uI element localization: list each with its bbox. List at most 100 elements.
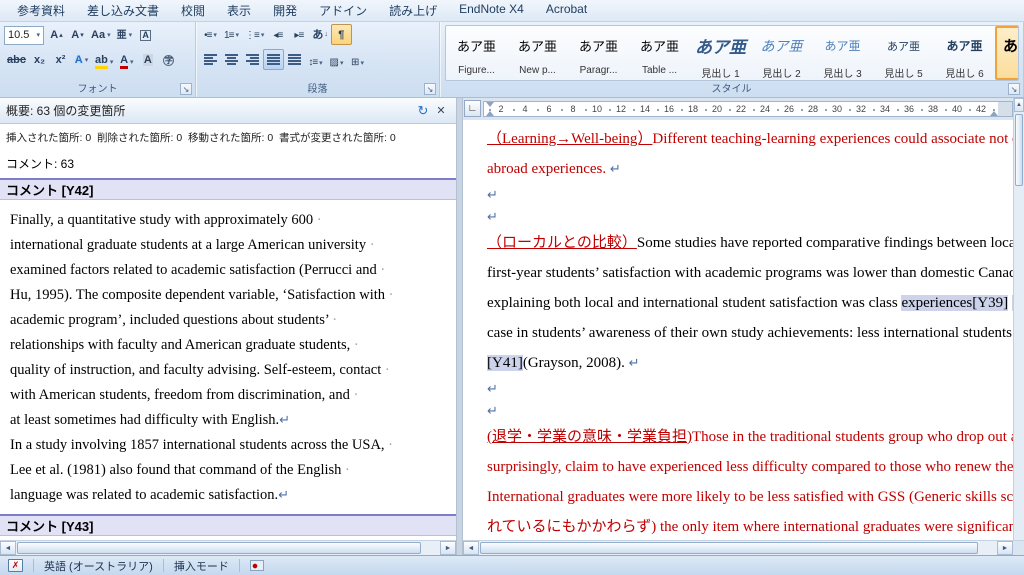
proofing-status-icon[interactable]: ✗: [8, 559, 23, 572]
comment-text-line: In a study involving 1857 international …: [10, 437, 394, 453]
subscript-button[interactable]: x₂: [29, 50, 50, 71]
menu-tab-開発[interactable]: 開発: [262, 0, 308, 22]
ruler-tick: 24: [759, 104, 770, 114]
numbering-button[interactable]: 1≡ ▾: [221, 25, 242, 46]
style-item-Figure...[interactable]: あア亜 Figure...: [446, 26, 507, 80]
superscript-glyph: x²: [55, 54, 66, 67]
font-dialog-launcher-icon[interactable]: ↘: [180, 83, 192, 95]
multilevel-list-button[interactable]: ⋮≡ ▾: [242, 25, 267, 46]
borders-button[interactable]: ⊞ ▾: [347, 52, 368, 73]
hscroll-thumb[interactable]: [17, 542, 421, 554]
menu-tab-表示[interactable]: 表示: [216, 0, 262, 22]
scroll-left-icon[interactable]: ◄: [463, 541, 479, 555]
hanging-indent-marker[interactable]: [486, 107, 494, 116]
chevron-down-icon: ▾: [84, 57, 89, 65]
enclose-characters-glyph: 字: [163, 55, 175, 67]
right-indent-marker[interactable]: [990, 107, 998, 116]
text-highlight-color-button[interactable]: ab ▾: [92, 51, 116, 72]
style-item-見出し 5[interactable]: あア亜 見出し 5: [873, 26, 934, 80]
insert-mode-status[interactable]: 挿入モード: [174, 558, 229, 574]
chevron-down-icon: ▾: [109, 58, 114, 66]
menu-tab-参考資料[interactable]: 参考資料: [6, 0, 76, 22]
menu-tab-Acrobat[interactable]: Acrobat: [535, 0, 598, 22]
scroll-right-icon[interactable]: ►: [440, 541, 456, 555]
change-case-button[interactable]: Aa ▾: [88, 24, 114, 45]
pane-divider[interactable]: [456, 98, 463, 555]
hscroll-track[interactable]: [422, 541, 440, 555]
shading-button[interactable]: ▨ ▾: [326, 52, 347, 73]
style-item-New p...[interactable]: あア亜 New p...: [507, 26, 568, 80]
ruler-tick: 18: [687, 104, 698, 114]
enclose-characters-button[interactable]: 字: [158, 50, 179, 71]
document-canvas[interactable]: （Learning→Well-being）Different teaching-…: [463, 120, 1013, 540]
tab-selector[interactable]: ∟: [464, 100, 481, 117]
font-color-button[interactable]: A ▾: [116, 51, 137, 72]
chevron-down-icon: ▾: [260, 32, 265, 40]
increase-indent-button[interactable]: ▸≡: [288, 25, 309, 46]
chevron-down-icon: ▾: [130, 58, 134, 66]
justify-button[interactable]: [263, 49, 284, 70]
grow-font-button[interactable]: A ▴: [46, 24, 67, 45]
style-item-Paragr...[interactable]: あア亜 Paragr...: [568, 26, 629, 80]
font-size-combo[interactable]: 10.5 ▾: [4, 25, 44, 45]
paragraph-mark-icon: ↵: [487, 210, 498, 225]
paragraph-mark-icon: ↵: [278, 488, 290, 503]
style-item-見出し 1[interactable]: あア亜 見出し 1: [690, 26, 751, 80]
menu-tab-アドイン[interactable]: アドイン: [308, 0, 378, 22]
menu-tab-読み上げ[interactable]: 読み上げ: [378, 0, 448, 22]
align-left-button[interactable]: [200, 49, 221, 70]
refresh-icon[interactable]: ↻: [414, 102, 432, 120]
line-spacing-button[interactable]: ↕≡ ▾: [305, 52, 326, 73]
style-item-Table ...[interactable]: あア亜 Table ...: [629, 26, 690, 80]
comment-header-y43[interactable]: コメント [Y43]: [0, 514, 456, 536]
macro-record-icon[interactable]: [249, 560, 264, 571]
language-status[interactable]: 英語 (オーストラリア): [44, 558, 153, 574]
hscroll-track[interactable]: [979, 541, 997, 555]
sort-button[interactable]: あ ↓: [309, 24, 331, 45]
ruler[interactable]: 2 4 6 8 10 12 14 16 18 20 22 24 26 28 30 32 34 36 38 40 42 44: [483, 101, 1013, 117]
align-right-button[interactable]: [242, 49, 263, 70]
bullets-button[interactable]: •≡ ▾: [200, 25, 221, 46]
style-item-partial[interactable]: あア亜: [995, 26, 1018, 80]
style-preview: あア亜: [639, 39, 679, 54]
paragraph-mark-icon: ↵: [628, 356, 640, 371]
character-border-button[interactable]: A: [135, 25, 156, 46]
style-label: Figure...: [458, 65, 495, 76]
decrease-indent-button[interactable]: ◂≡: [267, 25, 288, 46]
superscript-button[interactable]: x²: [50, 50, 71, 71]
hscroll-thumb[interactable]: [480, 542, 978, 554]
ruler-tick: 20: [711, 104, 722, 114]
style-item-見出し 2[interactable]: あア亜 見出し 2: [751, 26, 812, 80]
distribute-button[interactable]: [284, 49, 305, 70]
bullets-glyph: •≡: [204, 29, 212, 41]
change-case-glyph: Aa: [91, 28, 106, 41]
grow-font-glyph: A: [50, 28, 59, 41]
styles-dialog-launcher-icon[interactable]: ↘: [1008, 83, 1020, 95]
paragraph-dialog-launcher-icon[interactable]: ↘: [424, 83, 436, 95]
ruler-tick: 44: [999, 104, 1010, 114]
phonetic-guide-button[interactable]: 亜 ▾: [114, 25, 136, 46]
comment-header-y42[interactable]: コメント [Y42]: [0, 178, 456, 200]
paragraph-row1-buttons: •≡ ▾ 1≡ ▾ ⋮≡ ▾ ◂≡ ▸≡ あ ↓ ¶: [200, 24, 352, 46]
scroll-left-icon[interactable]: ◄: [0, 541, 16, 555]
shrink-font-button[interactable]: A ▾: [67, 24, 88, 45]
character-shading-button[interactable]: A: [137, 50, 158, 71]
vscroll-thumb[interactable]: [1015, 114, 1023, 186]
doc-line: first-year students’ satisfaction with a…: [487, 265, 1013, 281]
style-item-見出し 6[interactable]: あア亜 見出し 6: [934, 26, 995, 80]
strikethrough-button[interactable]: abc: [4, 50, 29, 71]
chevron-down-icon: ▾: [319, 59, 323, 67]
doc-line: ↵: [487, 206, 1013, 228]
scroll-up-icon[interactable]: ▲: [1014, 98, 1024, 112]
align-center-button[interactable]: [221, 49, 242, 70]
menu-tab-EndNote X4[interactable]: EndNote X4: [448, 0, 535, 22]
scroll-right-icon[interactable]: ►: [997, 541, 1013, 555]
close-icon[interactable]: ✕: [432, 102, 450, 120]
show-formatting-marks-button[interactable]: ¶: [330, 24, 352, 46]
phonetic-guide-glyph: 亜: [116, 29, 127, 41]
menu-tab-差し込み文書[interactable]: 差し込み文書: [76, 0, 170, 22]
style-item-見出し 3[interactable]: あア亜 見出し 3: [812, 26, 873, 80]
text-effects-button[interactable]: A ▾: [71, 50, 92, 71]
align-center-icon: [225, 54, 238, 65]
menu-tab-校閲[interactable]: 校閲: [170, 0, 216, 22]
